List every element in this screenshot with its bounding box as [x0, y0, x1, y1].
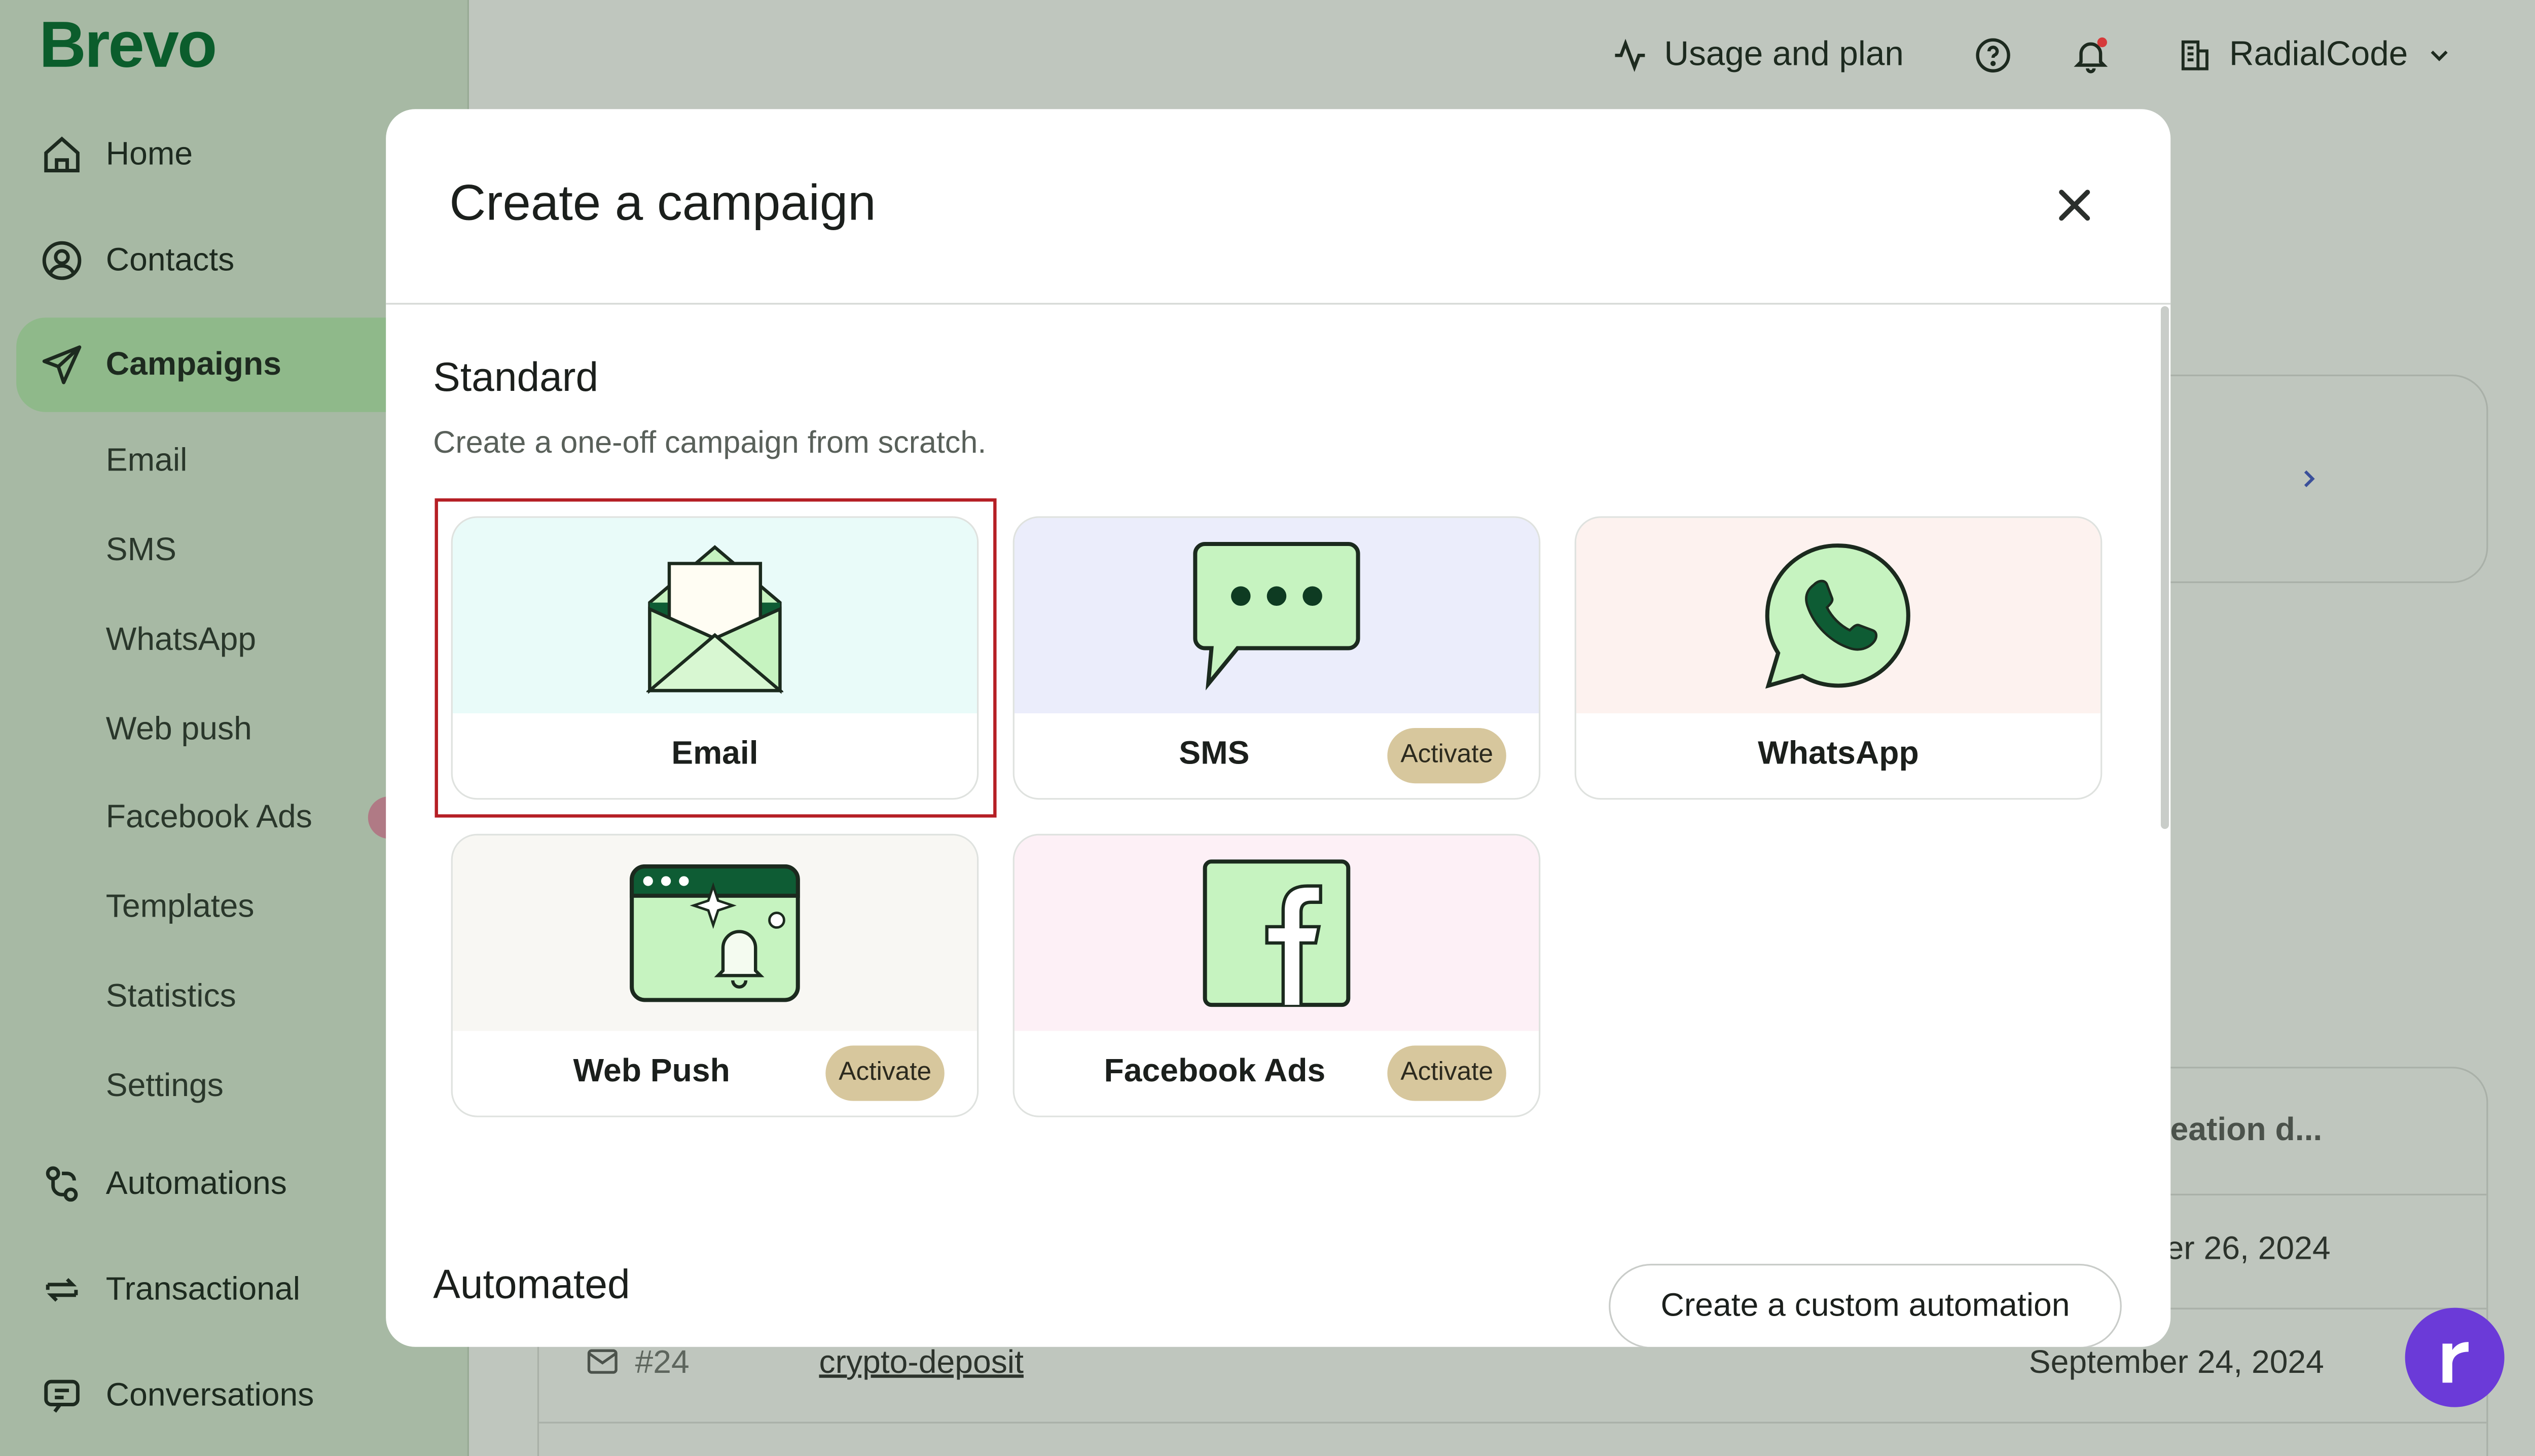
- home-icon: [39, 132, 85, 177]
- create-campaign-modal: Create a campaign Standard Create a one-…: [386, 109, 2171, 1347]
- row-date: er 26, 2024: [2165, 1231, 2331, 1267]
- send-icon: [39, 342, 85, 388]
- close-button[interactable]: [2050, 181, 2099, 230]
- speech-bubble-icon: [1193, 541, 1360, 690]
- activate-badge[interactable]: Activate: [825, 1045, 945, 1101]
- sidebar-item-label: Conversations: [105, 1377, 314, 1413]
- row-id: #24: [635, 1345, 690, 1381]
- sidebar-subitem-whatsapp[interactable]: WhatsApp: [106, 622, 256, 660]
- sidebar-item-label: Contacts: [105, 242, 235, 278]
- modal-title: Create a campaign: [449, 174, 876, 232]
- transactional-icon: [39, 1267, 85, 1313]
- sidebar-item-conversations[interactable]: Conversations: [16, 1349, 469, 1443]
- activity-icon: [1615, 39, 1645, 72]
- sidebar-subitem-sms[interactable]: SMS: [106, 532, 176, 570]
- chat-icon: [39, 1373, 85, 1418]
- sms-illustration: [1014, 518, 1539, 714]
- web-push-campaign-card[interactable]: Web Push Activate: [451, 833, 979, 1117]
- modal-scrollbar[interactable]: [2160, 306, 2169, 829]
- card-label: Facebook Ads: [1104, 1053, 1326, 1090]
- sms-campaign-card[interactable]: SMS Activate: [1012, 516, 1541, 800]
- email-illustration: [452, 518, 977, 714]
- create-custom-automation-button[interactable]: Create a custom automation: [1609, 1263, 2122, 1347]
- sidebar-item-label: Transactional: [105, 1271, 301, 1307]
- sidebar-subitem-templates[interactable]: Templates: [106, 889, 255, 927]
- automations-icon: [39, 1161, 85, 1207]
- sidebar-subitem-settings[interactable]: Settings: [106, 1068, 224, 1106]
- chevron-down-icon: [2430, 50, 2447, 61]
- card-label: SMS: [1179, 736, 1250, 772]
- card-label: Email: [671, 736, 758, 772]
- building-icon: [2181, 40, 2208, 70]
- help-icon: [1976, 38, 2010, 72]
- brand-logo[interactable]: Brevo: [39, 10, 217, 83]
- account-name: RadialCode: [2229, 35, 2408, 74]
- standard-section-title: Standard: [433, 355, 599, 401]
- sidebar-subitem-web-push[interactable]: Web push: [106, 712, 252, 749]
- web-push-illustration: [452, 835, 977, 1031]
- bell-icon: [2074, 37, 2108, 74]
- activate-badge[interactable]: Activate: [1387, 727, 1506, 784]
- activate-badge[interactable]: Activate: [1387, 1045, 1506, 1101]
- mail-icon: [587, 1349, 618, 1374]
- sidebar-item-label: Home: [105, 136, 193, 172]
- chevron-right-icon[interactable]: [2294, 464, 2324, 494]
- sidebar-item-label: Automations: [105, 1165, 287, 1202]
- usage-label: Usage and plan: [1664, 35, 1904, 74]
- envelope-icon: [646, 545, 783, 694]
- whatsapp-campaign-card[interactable]: WhatsApp: [1574, 516, 2103, 800]
- facebook-icon: [1203, 859, 1351, 1007]
- whatsapp-illustration: [1576, 518, 2101, 714]
- usage-and-plan-link[interactable]: Usage and plan: [1612, 36, 1904, 75]
- modal-header: Create a campaign: [386, 109, 2171, 305]
- column-header-creation-date[interactable]: reation d...: [2158, 1112, 2323, 1150]
- whatsapp-icon: [1765, 543, 1910, 689]
- row-date: September 24, 2024: [2029, 1345, 2324, 1381]
- facebook-ads-campaign-card[interactable]: Facebook Ads Activate: [1012, 833, 1541, 1117]
- facebook-ads-illustration: [1014, 835, 1539, 1031]
- help-button[interactable]: [1974, 36, 2013, 75]
- row-campaign-link[interactable]: crypto-deposit: [819, 1345, 1023, 1383]
- email-campaign-card[interactable]: Email: [451, 516, 979, 800]
- sidebar-subitem-statistics[interactable]: Statistics: [106, 979, 236, 1016]
- account-menu[interactable]: RadialCode: [2177, 36, 2453, 75]
- brand-r-icon: [2441, 1341, 2468, 1382]
- card-label: WhatsApp: [1758, 736, 1919, 772]
- contacts-icon: [39, 238, 85, 283]
- browser-bell-icon: [630, 864, 800, 1002]
- automated-section-title: Automated: [433, 1262, 630, 1308]
- notifications-button[interactable]: [2071, 36, 2110, 75]
- sidebar-item-label: Campaigns: [105, 346, 282, 382]
- sidebar-subitem-facebook-ads[interactable]: Facebook Ads: [106, 799, 312, 837]
- card-label: Web Push: [573, 1053, 730, 1090]
- close-icon: [2059, 190, 2090, 221]
- chat-widget-button[interactable]: [2405, 1307, 2505, 1407]
- standard-section-description: Create a one-off campaign from scratch.: [433, 426, 987, 461]
- sidebar-subitem-email[interactable]: Email: [106, 443, 188, 481]
